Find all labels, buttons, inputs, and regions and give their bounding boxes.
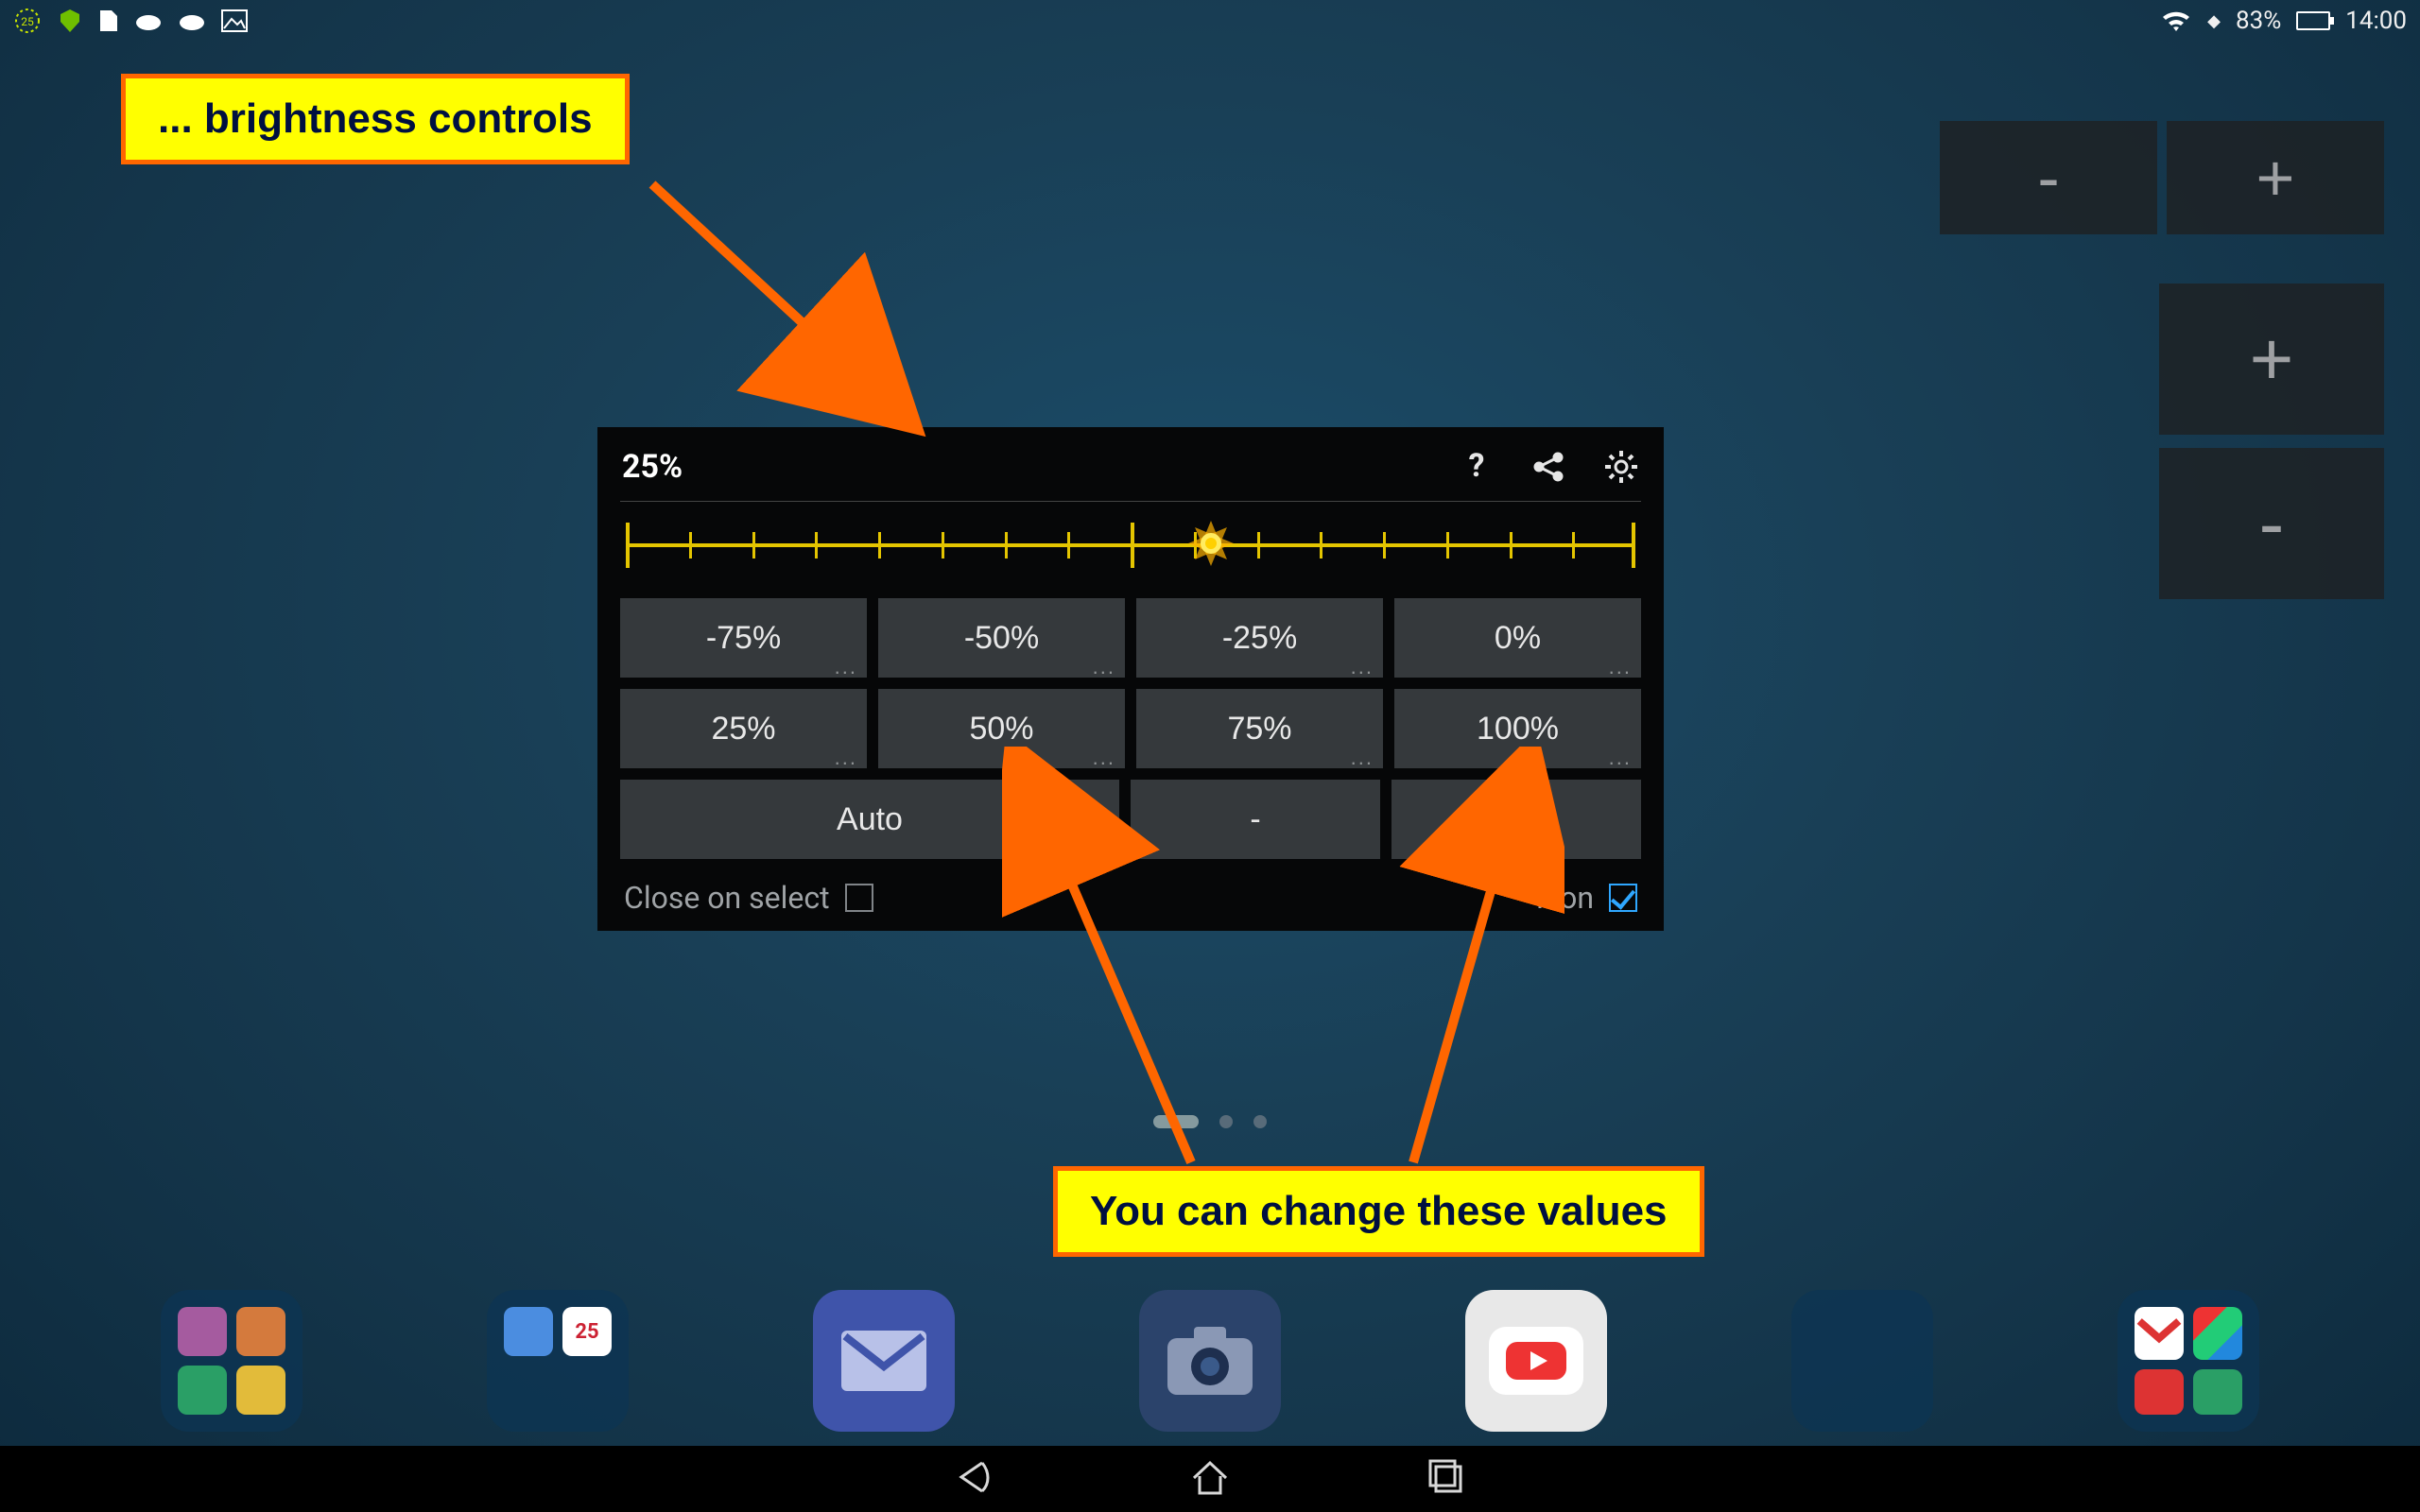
dock-folder[interactable]: 25: [487, 1290, 629, 1432]
widget-plus-button[interactable]: +: [2167, 121, 2384, 234]
page-dot: [1253, 1115, 1267, 1128]
clock-label: 14:00: [2345, 7, 2407, 35]
svg-text:25: 25: [21, 15, 34, 28]
status-bar: 25 ◆ 83% 14:00: [0, 0, 2420, 42]
brightness-25-icon: 25: [13, 7, 42, 35]
annotation-arrow-icon: [633, 175, 936, 439]
preset-button[interactable]: -50%...: [878, 598, 1125, 678]
gear-icon[interactable]: [1603, 449, 1639, 485]
image-icon: [221, 9, 248, 32]
back-icon[interactable]: [950, 1453, 997, 1504]
dock-camera-icon[interactable]: [1139, 1290, 1281, 1432]
preset-button[interactable]: 25%...: [620, 689, 867, 768]
help-icon[interactable]: ?: [1460, 450, 1494, 484]
android-nav-bar: [0, 1446, 2420, 1512]
sun-thumb-icon[interactable]: [1184, 517, 1237, 574]
preset-button[interactable]: 0%...: [1394, 598, 1641, 678]
preset-button[interactable]: -25%...: [1136, 598, 1383, 678]
home-icon[interactable]: [1186, 1453, 1234, 1504]
brightness-slider[interactable]: [626, 519, 1635, 572]
current-brightness-label: 25%: [622, 448, 683, 486]
annotation-change-values: You can change these values: [1053, 1166, 1704, 1257]
page-dot: [1219, 1115, 1233, 1128]
dock-folder[interactable]: [161, 1290, 302, 1432]
widget-minus-button[interactable]: -: [1940, 121, 2157, 234]
wifi-icon: [2160, 9, 2192, 33]
icon-checkbox[interactable]: [1609, 884, 1637, 912]
dock-folder-google[interactable]: [2118, 1290, 2259, 1432]
dock-mail-icon[interactable]: [813, 1290, 955, 1432]
cloud-icon: [134, 10, 163, 31]
annotation-brightness-controls: ... brightness controls: [121, 74, 630, 164]
dock-folder[interactable]: [1791, 1290, 1933, 1432]
close-on-select-label: Close on select: [624, 880, 830, 916]
preset-button[interactable]: -75%...: [620, 598, 867, 678]
svg-text:?: ?: [1469, 450, 1485, 484]
widget-minus-large-button[interactable]: -: [2159, 448, 2384, 599]
close-on-select-checkbox[interactable]: [845, 884, 873, 912]
cloud-icon: [178, 10, 206, 31]
battery-icon: [2296, 11, 2330, 30]
share-icon[interactable]: [1531, 450, 1565, 484]
shield-icon: [57, 8, 83, 34]
recent-apps-icon[interactable]: [1423, 1453, 1470, 1504]
annotation-arrow-icon: [1394, 747, 1564, 1172]
signal-icon: ◆: [2207, 11, 2221, 31]
sdcard-icon: [98, 9, 119, 33]
annotation-arrow-icon: [1002, 747, 1210, 1172]
app-dock: 25: [0, 1276, 2420, 1446]
dock-youtube-icon[interactable]: [1465, 1290, 1607, 1432]
battery-percent-label: 83%: [2236, 7, 2281, 35]
widget-plus-large-button[interactable]: +: [2159, 284, 2384, 435]
